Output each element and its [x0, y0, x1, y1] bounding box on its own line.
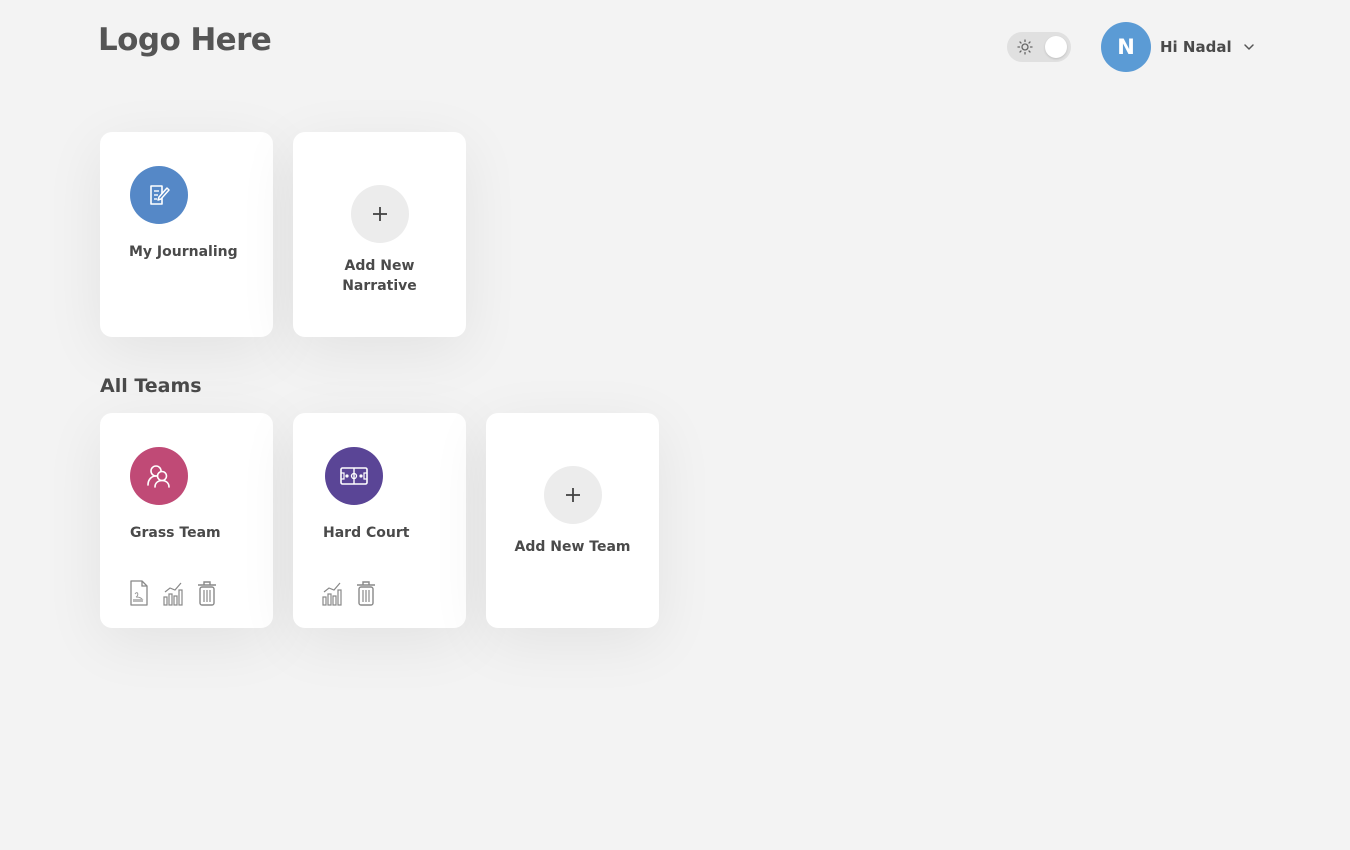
user-greeting: Hi Nadal [1160, 38, 1232, 56]
toggle-knob [1045, 36, 1067, 58]
team-card[interactable]: Hard Court [293, 413, 466, 628]
add-team-button[interactable] [544, 466, 602, 524]
team-badge [130, 447, 188, 505]
stats-chart-icon[interactable] [321, 579, 343, 607]
journal-badge [130, 166, 188, 224]
team-members-icon [147, 465, 170, 488]
logo[interactable]: Logo Here [98, 22, 272, 58]
trash-icon[interactable] [196, 579, 218, 607]
team-card[interactable]: Grass Team [100, 413, 273, 628]
add-narrative-label: Add New Narrative [342, 258, 417, 294]
team-title: Hard Court [323, 525, 410, 541]
add-narrative-card[interactable]: Add New Narrative [293, 132, 466, 337]
plus-icon [373, 207, 387, 221]
team-badge [325, 447, 383, 505]
trash-icon[interactable] [355, 579, 377, 607]
journal-title: My Journaling [129, 244, 238, 260]
user-menu[interactable]: N Hi Nadal [1101, 22, 1255, 72]
plus-icon [566, 488, 580, 502]
section-title-teams: All Teams [100, 375, 202, 397]
theme-toggle[interactable] [1007, 32, 1071, 62]
team-title: Grass Team [130, 525, 221, 541]
stats-chart-icon[interactable] [162, 579, 184, 607]
team-actions [128, 579, 218, 607]
team-actions [321, 579, 377, 607]
court-icon [340, 467, 368, 485]
journal-edit-icon [150, 185, 170, 205]
sun-icon [1017, 39, 1033, 55]
add-narrative-button[interactable] [351, 185, 409, 243]
pdf-icon[interactable] [128, 579, 150, 607]
avatar: N [1101, 22, 1151, 72]
journal-card[interactable]: My Journaling [100, 132, 273, 337]
chevron-down-icon [1243, 44, 1254, 50]
add-team-card[interactable]: Add New Team [486, 413, 659, 628]
add-team-label: Add New Team [514, 539, 631, 555]
